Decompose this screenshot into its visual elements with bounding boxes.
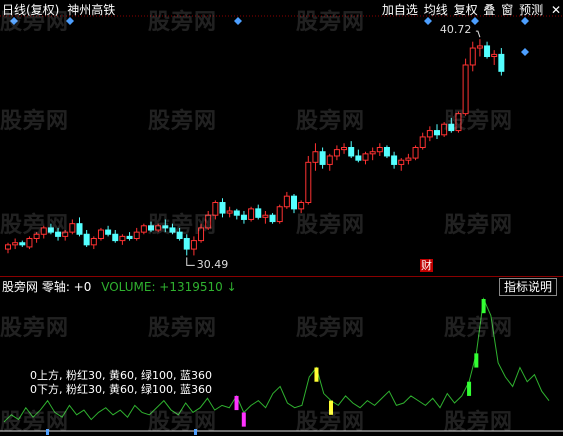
candle-body — [333, 149, 340, 157]
indicator-help-button[interactable]: 指标说明 — [499, 278, 557, 296]
candle-body — [69, 223, 76, 233]
candle-body — [219, 202, 226, 214]
candle-body — [484, 45, 491, 58]
indicator-name: 股旁网 零轴: +0 — [2, 280, 92, 294]
signal-diamond — [471, 17, 479, 25]
low-price-label: 30.49 — [196, 258, 229, 272]
candle-body — [262, 214, 269, 218]
candle-body — [369, 151, 376, 155]
candle-body — [83, 233, 90, 246]
candle-body — [176, 231, 183, 239]
candle-body — [291, 195, 297, 210]
candle-body — [33, 233, 40, 239]
signal-diamond — [521, 48, 529, 56]
candle-body — [205, 214, 212, 229]
candle-body — [76, 223, 83, 235]
candle-body — [348, 147, 355, 157]
candle-body — [398, 159, 405, 165]
volume-highlight — [241, 412, 246, 427]
candle-body — [476, 45, 483, 49]
candle-body — [226, 210, 233, 214]
candle-body — [19, 242, 26, 246]
candle-body — [148, 225, 154, 231]
candle-body — [455, 113, 462, 132]
candle-body — [155, 225, 162, 231]
candle-body — [140, 225, 147, 233]
candle-body — [391, 155, 398, 165]
candle-body — [355, 155, 362, 161]
candle-body — [97, 229, 104, 239]
candle-body — [126, 235, 133, 239]
candle-body — [5, 244, 11, 250]
zero-marker — [194, 429, 197, 435]
candle-body — [133, 231, 140, 239]
volume-highlight — [234, 395, 239, 411]
volume-highlight — [314, 367, 319, 382]
candle-body — [462, 64, 469, 115]
candle-body — [190, 240, 197, 250]
candle-body — [12, 242, 19, 246]
candle-body — [405, 157, 412, 161]
legend-below-zero: 0下方, 粉红30, 黄60, 绿100, 蓝360 — [30, 383, 212, 396]
candle-body — [112, 233, 119, 242]
candle-body — [233, 210, 240, 216]
volume-highlight — [481, 299, 486, 314]
candle-body — [248, 208, 255, 220]
signal-diamond — [234, 17, 242, 25]
volume-readout: VOLUME: +1319510 ↓ — [101, 280, 237, 294]
zero-marker — [46, 429, 49, 435]
candle-body — [326, 155, 333, 165]
candle-body — [341, 147, 348, 151]
signal-diamond — [424, 17, 432, 25]
candle-body — [212, 202, 219, 216]
candle-body — [419, 136, 426, 148]
candle-body — [47, 227, 54, 233]
volume-highlight — [467, 381, 472, 396]
volume-indicator-chart[interactable] — [0, 295, 563, 435]
candle-body — [90, 237, 97, 246]
candle-body — [469, 47, 476, 66]
candle-body — [62, 231, 69, 237]
indicator-header: 股旁网 零轴: +0 VOLUME: +1319510 ↓ — [2, 278, 237, 295]
volume-line — [3, 297, 550, 423]
candle-body — [412, 147, 419, 159]
candle-body — [240, 214, 247, 220]
candle-body — [26, 237, 33, 248]
candle-body — [383, 147, 390, 157]
candle-body — [269, 214, 276, 223]
candle-body — [169, 227, 176, 233]
candle-body — [491, 53, 498, 58]
candle-body — [376, 147, 383, 153]
high-price-label: 40.72 — [439, 23, 472, 37]
candle-body — [183, 237, 190, 250]
candle-body — [305, 161, 312, 204]
candle-body — [40, 227, 47, 235]
finance-marker[interactable]: 财 — [420, 259, 433, 272]
candle-body — [283, 195, 290, 208]
signal-diamond — [66, 17, 74, 25]
candle-body — [119, 235, 126, 242]
candle-body — [198, 227, 205, 242]
candle-body — [362, 153, 369, 161]
candle-body — [434, 130, 440, 136]
candle-body — [255, 208, 262, 218]
candle-body — [55, 231, 62, 237]
candle-body — [426, 130, 433, 138]
signal-diamond — [521, 17, 529, 25]
high-callout-line — [475, 30, 481, 38]
candlestick-chart[interactable] — [0, 14, 563, 276]
candle-body — [312, 151, 319, 163]
candle-body — [276, 206, 283, 223]
candle-body — [162, 225, 169, 229]
candle-body — [298, 202, 305, 210]
signal-diamond — [10, 17, 18, 25]
candle-body — [319, 151, 326, 165]
low-callout-line — [186, 257, 195, 266]
candle-body — [441, 123, 448, 136]
candle-body — [498, 53, 505, 72]
volume-highlight — [474, 353, 479, 368]
candle-body — [448, 123, 455, 132]
volume-highlight — [329, 400, 333, 415]
candle-body — [105, 229, 112, 235]
